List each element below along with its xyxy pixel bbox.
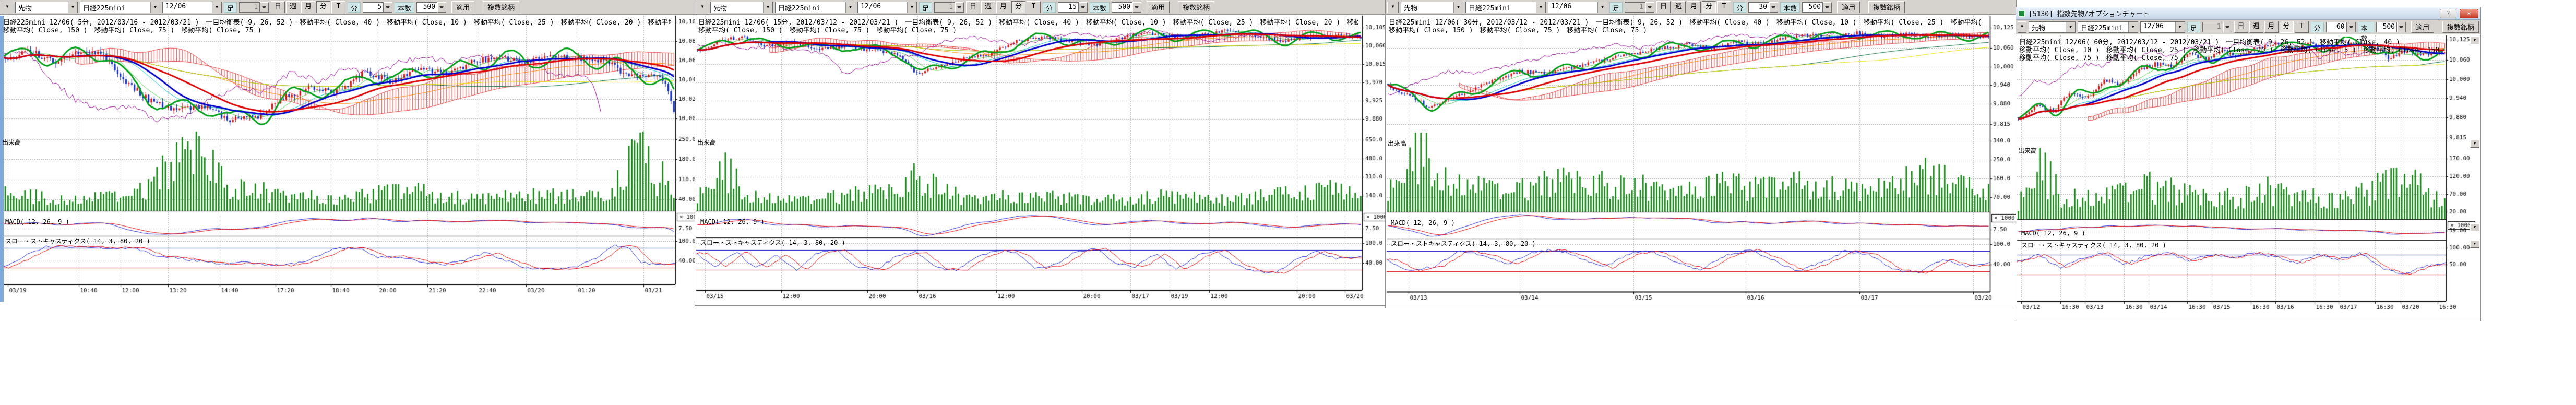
chart-canvas[interactable]: [0, 0, 695, 302]
chart-window: [5130] 指数先物/オプションチャート ? × ▼ 先物 ▼ 日経225mi…: [2016, 7, 2480, 321]
window-left-border: [0, 16, 4, 302]
scroll-down-button[interactable]: ▼: [2470, 140, 2479, 148]
scroll-down-button[interactable]: ▼: [2470, 240, 2479, 248]
chart-window: ▼ 先物 ▼ 日経225mini ▼ 12/06 ▼ 足 1 日週月分T 分 1…: [695, 0, 1386, 305]
scroll-down-button[interactable]: ▼: [2470, 37, 2479, 44]
chart-canvas[interactable]: [1386, 0, 2016, 308]
chart-canvas[interactable]: [695, 0, 1386, 305]
chart-canvas[interactable]: [2016, 7, 2480, 321]
chart-window: ▼ 先物 ▼ 日経225mini ▼ 12/06 ▼ 足 1 日週月分T 分 3…: [1386, 0, 2016, 308]
scroll-down-button[interactable]: ▼: [2470, 223, 2479, 231]
chart-window: ▼ 先物 ▼ 日経225mini ▼ 12/06 ▼ 足 1 日週月分T 分 5: [0, 0, 695, 302]
